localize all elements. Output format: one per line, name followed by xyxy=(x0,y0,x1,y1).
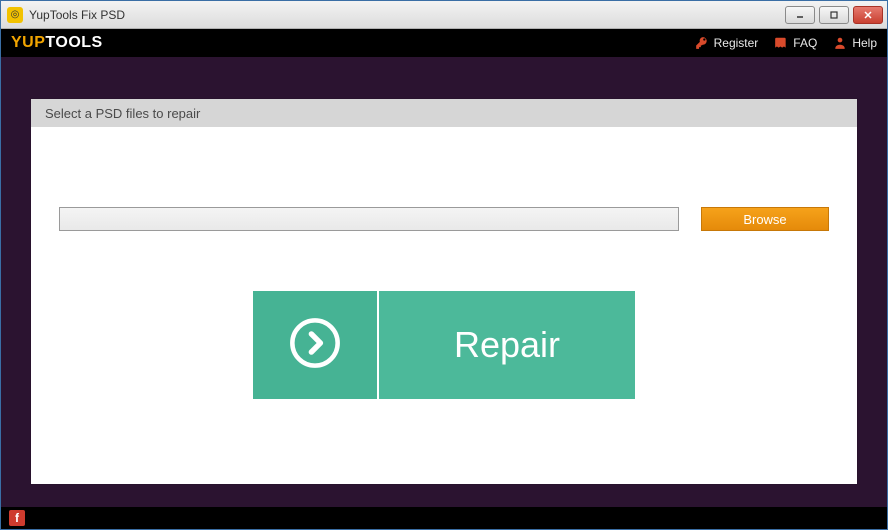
window-controls xyxy=(785,6,883,24)
logo-prefix: YUP xyxy=(11,34,45,51)
logo-suffix: TOOLS xyxy=(45,34,102,51)
faq-label: FAQ xyxy=(793,36,817,50)
file-row: Browse xyxy=(59,207,829,231)
repair-label: Repair xyxy=(379,291,635,399)
help-link[interactable]: Help xyxy=(833,36,877,50)
window-title: YupTools Fix PSD xyxy=(29,8,125,22)
repair-button[interactable]: Repair xyxy=(253,291,635,399)
facebook-icon[interactable]: f xyxy=(9,510,25,526)
register-label: Register xyxy=(714,36,759,50)
maximize-button[interactable] xyxy=(819,6,849,24)
repair-icon-box xyxy=(253,291,379,399)
book-icon xyxy=(774,36,788,50)
person-icon xyxy=(833,36,847,50)
main-panel: Select a PSD files to repair Browse xyxy=(31,99,857,484)
chevron-circle-right-icon xyxy=(286,314,344,377)
app-body: Select a PSD files to repair Browse xyxy=(1,57,887,507)
close-button[interactable] xyxy=(853,6,883,24)
panel-body: Browse Repair xyxy=(31,127,857,399)
app-footer: f xyxy=(1,507,887,529)
browse-button[interactable]: Browse xyxy=(701,207,829,231)
repair-row: Repair xyxy=(59,291,829,399)
faq-link[interactable]: FAQ xyxy=(774,36,817,50)
help-label: Help xyxy=(852,36,877,50)
app-window: ◎ YupTools Fix PSD YUPTOOLS Register xyxy=(0,0,888,530)
key-icon xyxy=(695,36,709,50)
app-header: YUPTOOLS Register FAQ Help xyxy=(1,29,887,57)
logo: YUPTOOLS xyxy=(11,34,103,52)
titlebar: ◎ YupTools Fix PSD xyxy=(1,1,887,29)
panel-title: Select a PSD files to repair xyxy=(31,99,857,127)
app-icon: ◎ xyxy=(7,7,23,23)
minimize-button[interactable] xyxy=(785,6,815,24)
file-path-input[interactable] xyxy=(59,207,679,231)
register-link[interactable]: Register xyxy=(695,36,759,50)
